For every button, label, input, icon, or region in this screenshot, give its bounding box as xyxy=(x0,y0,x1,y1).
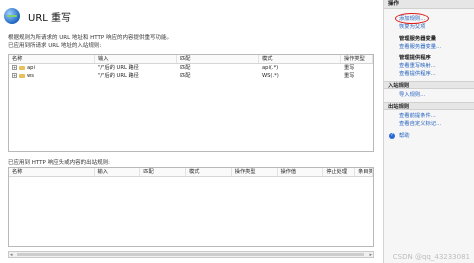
column-header[interactable]: 输入 xyxy=(95,168,141,176)
help-label: 帮助 xyxy=(399,133,410,139)
row-name-cell: + api xyxy=(9,64,95,72)
column-header[interactable]: 条目类 xyxy=(355,168,374,176)
globe-icon xyxy=(4,8,20,24)
page-title: URL 重写 xyxy=(28,12,72,24)
add-rule-link[interactable]: 添加规则... xyxy=(384,13,474,24)
table-row[interactable]: + ws "/"后的 URL 路径 匹配 WS(.*) 重写 xyxy=(9,72,373,80)
table-row[interactable]: + api "/"后的 URL 路径 匹配 api(.*) 重写 xyxy=(9,64,373,72)
column-header[interactable]: 操作类型 xyxy=(341,55,373,63)
column-header[interactable]: 操作值 xyxy=(278,168,324,176)
inbound-rules-table[interactable]: 名称 输入 匹配 模式 操作类型 + api "/"后的 URL 路径 匹配 ap… xyxy=(8,54,374,152)
outbound-rules-group: 出站规则 xyxy=(384,102,474,110)
scrollbar-thumb[interactable] xyxy=(17,253,364,256)
column-header[interactable]: 名称 xyxy=(9,55,95,63)
help-link[interactable]: ? 帮助 xyxy=(384,132,474,141)
inbound-rules-group: 入站规则 xyxy=(384,81,474,89)
revert-to-parent-link[interactable]: 恢复为父项 xyxy=(384,23,474,31)
actions-title: 操作 xyxy=(384,0,474,9)
import-rules-link[interactable]: 导入规则... xyxy=(384,91,474,99)
column-header[interactable]: 匹配 xyxy=(177,55,259,63)
table-cell: "/"后的 URL 路径 xyxy=(98,65,139,71)
outbound-rules-label: 已应用到 HTTP 响应头或内容的出站规则: xyxy=(8,160,110,166)
column-header[interactable]: 停止处理 xyxy=(323,168,356,176)
view-providers-link[interactable]: 查看提供程序... xyxy=(384,70,474,78)
help-icon: ? xyxy=(389,133,395,139)
table-cell: 匹配 xyxy=(180,65,191,71)
column-header[interactable]: 输入 xyxy=(95,55,177,63)
watermark: CSDN @qq_43233081 xyxy=(392,253,470,261)
column-header[interactable]: 名称 xyxy=(9,168,95,176)
table-cell: 重写 xyxy=(344,73,355,79)
view-server-variables-link[interactable]: 查看服务器变量... xyxy=(384,43,474,51)
column-header[interactable]: 操作类型 xyxy=(232,168,278,176)
table-cell: api(.*) xyxy=(262,65,279,71)
column-header[interactable]: 匹配 xyxy=(140,168,187,176)
table-cell: "/"后的 URL 路径 xyxy=(98,73,139,79)
inbound-rules-label: 已应用到所请求 URL 地址的入站规则: xyxy=(8,43,102,49)
view-rewrite-maps-link[interactable]: 查看重写映射... xyxy=(384,62,474,70)
scroll-left-icon[interactable]: ◂ xyxy=(10,252,13,258)
outbound-rules-table[interactable]: 名称 输入 匹配 模式 操作类型 操作值 停止处理 条目类 xyxy=(8,167,374,247)
actions-pane: 操作 添加规则... 恢复为父项 管理服务器变量 查看服务器变量... 管理提供… xyxy=(383,0,474,263)
column-header[interactable]: 模式 xyxy=(186,168,232,176)
column-header[interactable]: 模式 xyxy=(259,55,341,63)
highlight-circle xyxy=(395,13,429,24)
table-cell: 重写 xyxy=(344,65,355,71)
rule-name: api xyxy=(27,65,35,71)
scroll-right-icon[interactable]: ▸ xyxy=(369,252,372,258)
page-description: 根据规则为所请求的 URL 地址和 HTTP 响应的内容提供重写功能。 xyxy=(8,35,172,41)
folder-icon xyxy=(19,73,25,78)
rule-name: ws xyxy=(27,73,34,79)
providers-heading: 管理提供程序 xyxy=(399,55,431,61)
table-header: 名称 输入 匹配 模式 操作类型 xyxy=(9,55,373,64)
table-cell: 匹配 xyxy=(180,73,191,79)
table-header: 名称 输入 匹配 模式 操作类型 操作值 停止处理 条目类 xyxy=(9,168,374,177)
expand-icon[interactable]: + xyxy=(12,73,17,78)
main-panel: URL 重写 根据规则为所请求的 URL 地址和 HTTP 响应的内容提供重写功… xyxy=(0,0,380,263)
view-preconditions-link[interactable]: 查看前提条件... xyxy=(384,112,474,120)
view-custom-tags-link[interactable]: 查看自定义标记... xyxy=(384,120,474,128)
server-variables-heading: 管理服务器变量 xyxy=(399,36,437,42)
expand-icon[interactable]: + xyxy=(12,65,17,70)
row-name-cell: + ws xyxy=(9,72,95,80)
table-cell: WS(.*) xyxy=(262,73,279,79)
folder-icon xyxy=(19,65,25,70)
page-header: URL 重写 xyxy=(4,6,71,26)
horizontal-scrollbar[interactable]: ◂ ▸ xyxy=(8,251,374,258)
